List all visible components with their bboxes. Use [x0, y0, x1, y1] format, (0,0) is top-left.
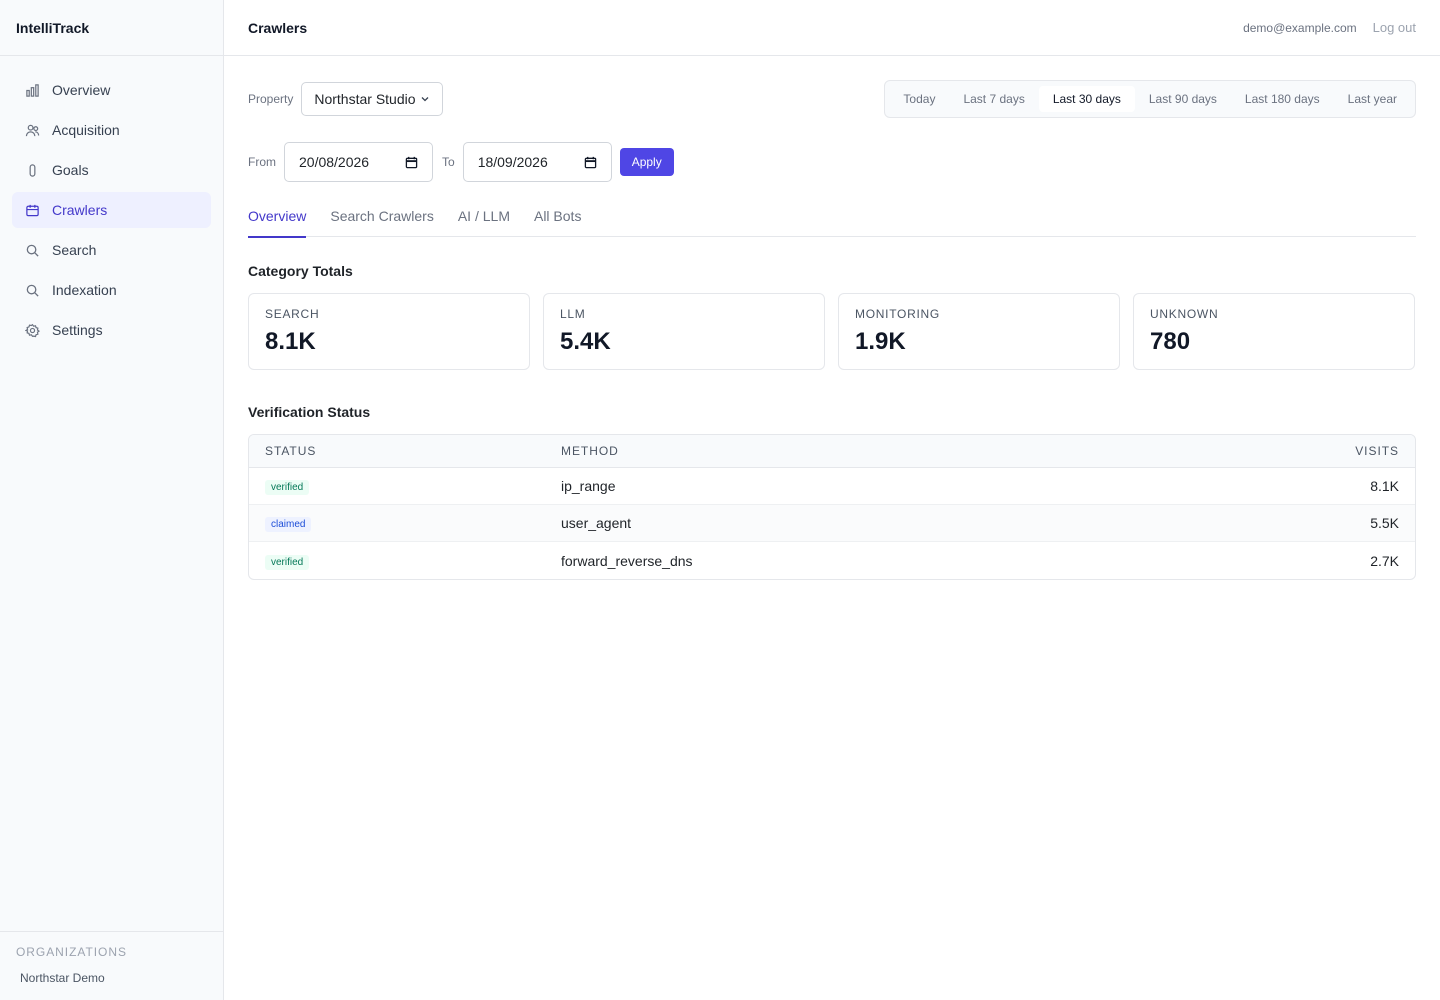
sidebar-item-label: Overview	[52, 82, 111, 98]
calendar-icon[interactable]	[405, 156, 418, 169]
sidebar-item-label: Crawlers	[52, 202, 108, 218]
sidebar-item-label: Acquisition	[52, 122, 120, 138]
column-header-status[interactable]: STATUS	[265, 444, 561, 458]
tab-overview[interactable]: Overview	[248, 204, 307, 238]
verification-status-title: Verification Status	[248, 404, 371, 420]
date-row: From 20/08/2026 To 18/09/2026 Apply	[248, 142, 1416, 182]
category-totals-title: Category Totals	[248, 263, 353, 279]
stat-value: 5.4K	[560, 328, 611, 355]
user-menu: demo@example.com Log out	[1243, 20, 1416, 35]
tab-ai-llm[interactable]: AI / LLM	[458, 204, 510, 237]
sidebar-item-indexation[interactable]: Indexation	[12, 272, 211, 308]
status-badge: verified	[265, 480, 310, 495]
property-select[interactable]: Northstar Studio	[301, 82, 443, 116]
stat-card-llm: LLM 5.4K	[543, 293, 825, 370]
stat-card-monitoring: MONITORING 1.9K	[838, 293, 1120, 370]
search-icon	[24, 282, 40, 298]
bar-chart-icon	[24, 82, 40, 98]
stat-value: 8.1K	[265, 328, 316, 355]
apply-button[interactable]: Apply	[619, 148, 674, 176]
stat-label: LLM	[560, 307, 586, 321]
page-title: Crawlers	[248, 19, 308, 36]
filter-row: Property Northstar Studio Today Last 7 d…	[248, 80, 1416, 118]
main-panel: Crawlers demo@example.com Log out Proper…	[224, 0, 1440, 1000]
range-last-30-days[interactable]: Last 30 days	[1038, 86, 1135, 112]
to-label: To	[442, 155, 455, 169]
range-last-7-days[interactable]: Last 7 days	[949, 86, 1038, 112]
topbar: Crawlers demo@example.com Log out	[224, 0, 1440, 56]
search-icon	[24, 242, 40, 258]
status-badge: verified	[265, 554, 310, 570]
status-cell: claimed	[265, 514, 561, 532]
app-logo[interactable]: IntelliTrack	[0, 0, 223, 56]
sidebar-item-crawlers[interactable]: Crawlers	[12, 192, 211, 228]
property-value: Northstar Studio	[314, 91, 416, 107]
from-date-input[interactable]: 20/08/2026	[284, 142, 433, 182]
sidebar-item-overview[interactable]: Overview	[12, 72, 211, 108]
organizations-title: ORGANIZATIONS	[16, 945, 127, 959]
status-cell: verified	[265, 477, 561, 495]
from-label: From	[248, 155, 276, 169]
from-date-value: 20/08/2026	[299, 154, 370, 170]
to-date-input[interactable]: 18/09/2026	[462, 142, 612, 182]
range-last-180-days[interactable]: Last 180 days	[1231, 86, 1334, 112]
gear-icon	[24, 322, 40, 338]
sidebar: IntelliTrack Overview Acquisition Goals …	[0, 0, 224, 1000]
range-last-90-days[interactable]: Last 90 days	[1135, 86, 1231, 112]
sidebar-item-label: Goals	[52, 162, 89, 178]
tab-bar: Overview Search Crawlers AI / LLM All Bo…	[248, 204, 1416, 238]
range-today[interactable]: Today	[889, 86, 949, 112]
logout-link[interactable]: Log out	[1373, 20, 1416, 35]
category-cards: SEARCH 8.1K LLM 5.4K MONITORING 1.9K UNK…	[248, 293, 1416, 370]
status-cell: verified	[265, 552, 561, 570]
date-range-selector: Today Last 7 days Last 30 days Last 90 d…	[884, 80, 1416, 118]
target-icon	[24, 162, 40, 178]
users-icon	[24, 122, 40, 138]
sidebar-nav: Overview Acquisition Goals Crawlers Sear…	[0, 56, 223, 348]
table-header: STATUS METHOD VISITS	[249, 435, 1415, 468]
range-last-year[interactable]: Last year	[1334, 86, 1411, 112]
sidebar-item-acquisition[interactable]: Acquisition	[12, 112, 211, 148]
table-row[interactable]: verified ip_range 8.1K	[249, 468, 1415, 505]
stat-label: UNKNOWN	[1150, 307, 1219, 321]
sidebar-item-label: Indexation	[52, 282, 117, 298]
visits-cell: 5.5K	[1370, 515, 1399, 531]
method-cell: user_agent	[561, 515, 632, 531]
sidebar-item-settings[interactable]: Settings	[12, 312, 211, 348]
verification-table: STATUS METHOD VISITS verified ip_range 8…	[248, 434, 1416, 580]
sidebar-item-goals[interactable]: Goals	[12, 152, 211, 188]
content: Property Northstar Studio Today Last 7 d…	[224, 80, 1440, 580]
stat-value: 1.9K	[855, 328, 906, 355]
method-cell: ip_range	[561, 478, 616, 494]
organization-item[interactable]: Northstar Demo	[16, 971, 207, 985]
column-header-visits[interactable]: VISITS	[1279, 444, 1399, 458]
calendar-icon	[24, 202, 40, 218]
to-date-value: 18/09/2026	[477, 154, 548, 170]
tab-search-crawlers[interactable]: Search Crawlers	[330, 204, 433, 237]
sidebar-item-label: Settings	[52, 322, 103, 338]
stat-card-unknown: UNKNOWN 780	[1133, 293, 1415, 370]
status-badge: claimed	[265, 517, 312, 532]
visits-cell: 2.7K	[1370, 552, 1399, 569]
stat-value: 780	[1150, 328, 1191, 355]
stat-card-search: SEARCH 8.1K	[248, 293, 530, 370]
column-header-method[interactable]: METHOD	[561, 444, 1279, 458]
sidebar-item-search[interactable]: Search	[12, 232, 211, 268]
user-email: demo@example.com	[1243, 20, 1357, 35]
stat-label: MONITORING	[855, 307, 940, 321]
property-label: Property	[248, 92, 294, 106]
organizations-section: ORGANIZATIONS Northstar Demo	[0, 931, 223, 1000]
stat-label: SEARCH	[265, 307, 320, 321]
sidebar-item-label: Search	[52, 242, 97, 258]
property-filter: Property Northstar Studio	[248, 82, 443, 116]
table-row[interactable]: verified forward_reverse_dns 2.7K	[249, 542, 1415, 579]
visits-cell: 8.1K	[1370, 478, 1399, 494]
table-row[interactable]: claimed user_agent 5.5K	[249, 505, 1415, 542]
method-cell: forward_reverse_dns	[561, 552, 693, 569]
chevron-down-icon	[421, 97, 428, 102]
tab-all-bots[interactable]: All Bots	[534, 204, 581, 237]
calendar-icon[interactable]	[584, 156, 597, 169]
